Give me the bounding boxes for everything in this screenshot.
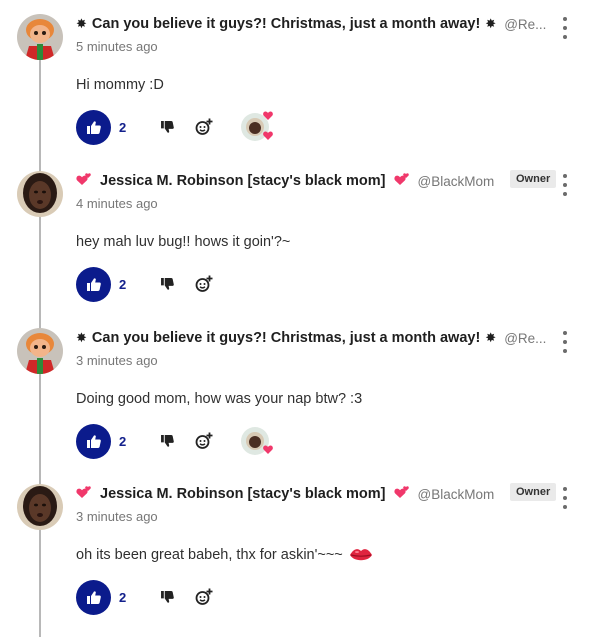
- thumbs-up-icon: [86, 434, 101, 448]
- more-options-icon[interactable]: [557, 487, 573, 509]
- two-hearts-icon: [76, 171, 92, 191]
- like-count: 2: [119, 276, 127, 292]
- dislike-button[interactable]: [159, 276, 175, 292]
- author-name[interactable]: Jessica M. Robinson [stacy's black mom]: [100, 173, 386, 189]
- comment-actions: 2: [76, 579, 213, 615]
- avatar[interactable]: [17, 171, 63, 217]
- snowflake-icon: ✸: [76, 330, 87, 345]
- thumbs-down-icon: [160, 121, 174, 133]
- author-name[interactable]: Can you believe it guys?! Christmas, jus…: [92, 330, 480, 346]
- comment-header: Jessica M. Robinson [stacy's black mom] …: [76, 484, 494, 504]
- comment-actions: 2: [76, 266, 213, 302]
- comment-header: Jessica M. Robinson [stacy's black mom] …: [76, 171, 494, 191]
- owner-badge: Owner: [510, 170, 557, 188]
- avatar[interactable]: [17, 484, 63, 530]
- like-count: 2: [119, 589, 127, 605]
- comment-text: Doing good mom, how was your nap btw? :3: [76, 391, 363, 407]
- creator-heart-reaction[interactable]: [237, 423, 277, 459]
- author-name[interactable]: Can you believe it guys?! Christmas, jus…: [92, 16, 480, 32]
- comment: ✸ Can you believe it guys?! Christmas, j…: [0, 314, 592, 470]
- comment: Jessica M. Robinson [stacy's black mom] …: [0, 157, 592, 313]
- author-name[interactable]: Jessica M. Robinson [stacy's black mom]: [100, 486, 386, 502]
- comment: ✸ Can you believe it guys?! Christmas, j…: [0, 0, 592, 156]
- heart-icon: [263, 445, 273, 454]
- reply-button[interactable]: [195, 275, 213, 293]
- author-handle[interactable]: @Re...: [504, 17, 546, 32]
- heart-icon: [263, 131, 273, 140]
- creator-heart-reaction[interactable]: [237, 109, 277, 145]
- comment-header: ✸ Can you believe it guys?! Christmas, j…: [76, 14, 546, 34]
- like-button[interactable]: [76, 266, 111, 302]
- thumbs-down-icon: [160, 278, 174, 290]
- reply-smiley-plus-icon: [195, 275, 213, 292]
- comment-text-content: oh its been great babeh, thx for askin'~…: [76, 547, 343, 563]
- thumbs-up-icon: [86, 120, 101, 134]
- dislike-button[interactable]: [159, 589, 175, 605]
- lips-kiss-icon: [349, 547, 373, 567]
- reply-button[interactable]: [195, 432, 213, 450]
- more-options-icon[interactable]: [557, 174, 573, 196]
- timestamp[interactable]: 3 minutes ago: [76, 509, 158, 524]
- two-hearts-icon: [393, 484, 410, 504]
- snowflake-icon: ✸: [485, 16, 497, 31]
- reply-button[interactable]: [195, 118, 213, 136]
- timestamp[interactable]: 4 minutes ago: [76, 196, 158, 211]
- like-count: 2: [119, 433, 127, 449]
- heart-icon: [263, 111, 273, 120]
- like-button[interactable]: [76, 579, 111, 615]
- more-options-icon[interactable]: [557, 331, 573, 353]
- more-options-icon[interactable]: [557, 17, 573, 39]
- comment-header: ✸ Can you believe it guys?! Christmas, j…: [76, 328, 546, 348]
- two-hearts-icon: [393, 171, 410, 191]
- reply-smiley-plus-icon: [195, 432, 213, 449]
- thumbs-up-icon: [86, 590, 101, 604]
- reply-button[interactable]: [195, 588, 213, 606]
- author-handle[interactable]: @BlackMom: [418, 174, 495, 189]
- comment: Jessica M. Robinson [stacy's black mom] …: [0, 470, 592, 626]
- author-handle[interactable]: @Re...: [504, 331, 546, 346]
- avatar[interactable]: [17, 328, 63, 374]
- owner-badge: Owner: [510, 483, 557, 501]
- reply-smiley-plus-icon: [195, 118, 213, 135]
- thumbs-up-icon: [86, 277, 101, 291]
- comment-actions: 2: [76, 423, 277, 459]
- comment-text: hey mah luv bug!! hows it goin'?~: [76, 234, 291, 250]
- comment-text: Hi mommy :D: [76, 77, 164, 93]
- snowflake-icon: ✸: [76, 16, 87, 31]
- comment-actions: 2: [76, 109, 277, 145]
- dislike-button[interactable]: [159, 433, 175, 449]
- timestamp[interactable]: 3 minutes ago: [76, 353, 158, 368]
- snowflake-icon: ✸: [485, 330, 497, 345]
- thumbs-down-icon: [160, 591, 174, 603]
- timestamp[interactable]: 5 minutes ago: [76, 39, 158, 54]
- avatar[interactable]: [17, 14, 63, 60]
- author-handle[interactable]: @BlackMom: [418, 487, 495, 502]
- like-button[interactable]: [76, 423, 111, 459]
- reply-smiley-plus-icon: [195, 588, 213, 605]
- like-button[interactable]: [76, 109, 111, 145]
- thumbs-down-icon: [160, 435, 174, 447]
- two-hearts-icon: [76, 484, 92, 504]
- comment-text: oh its been great babeh, thx for askin'~…: [76, 547, 373, 567]
- dislike-button[interactable]: [159, 119, 175, 135]
- like-count: 2: [119, 119, 127, 135]
